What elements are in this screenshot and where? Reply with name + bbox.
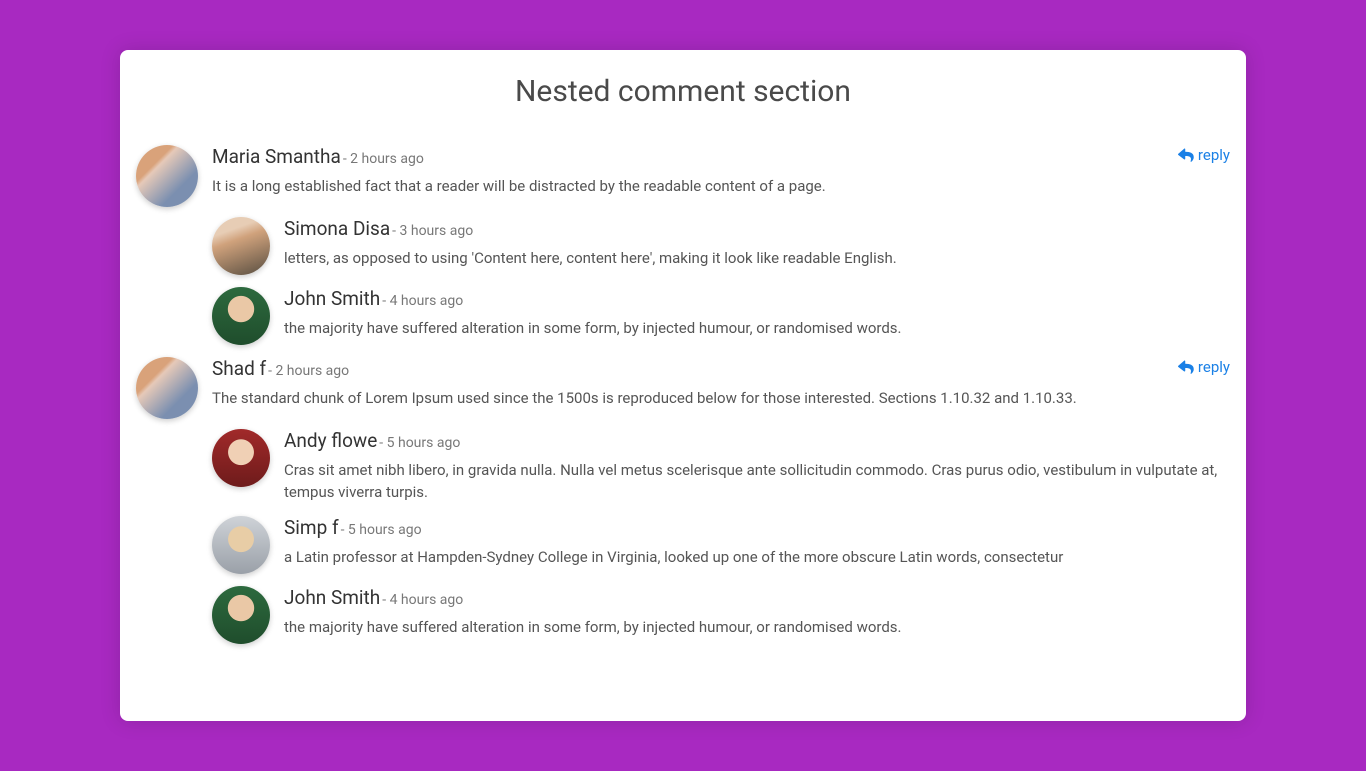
nested-comment: Simona Disa3 hours ago letters, as oppose… <box>212 217 1230 275</box>
commenter-name: Maria Smantha <box>212 145 341 168</box>
comment-header: John Smith4 hours ago <box>284 287 1230 310</box>
commenter-name: Simp f <box>284 516 339 539</box>
comment-text: letters, as opposed to using 'Content he… <box>284 248 1230 270</box>
comment-timestamp: 2 hours ago <box>343 151 424 167</box>
nested-comment: John Smith4 hours ago the majority have s… <box>212 586 1230 644</box>
comment-thread: Maria Smantha2 hours agoreplyIt is a lon… <box>136 145 1230 644</box>
avatar <box>212 516 270 574</box>
comment-body: Maria Smantha2 hours ago reply It is a lon… <box>212 145 1230 207</box>
avatar <box>136 145 198 207</box>
comment-text: a Latin professor at Hampden-Sydney Coll… <box>284 547 1230 569</box>
comment-header: John Smith4 hours ago <box>284 586 1230 609</box>
comment-timestamp: 5 hours ago <box>379 435 460 451</box>
comment-header: Shad f2 hours ago reply <box>212 357 1230 380</box>
comment-text: the majority have suffered alteration in… <box>284 617 1230 639</box>
comment-timestamp: 5 hours ago <box>341 522 422 538</box>
top-comment: Maria Smantha2 hours ago reply It is a lon… <box>136 145 1230 207</box>
comment-header: Andy flowe5 hours ago <box>284 429 1230 452</box>
avatar <box>212 586 270 644</box>
comment-body: Andy flowe5 hours ago Cras sit amet nibh … <box>284 429 1230 504</box>
comment-timestamp: 2 hours ago <box>268 363 349 379</box>
comment-header: Simona Disa3 hours ago <box>284 217 1230 240</box>
comment-body: Simp f5 hours ago a Latin professor at Ha… <box>284 516 1230 574</box>
comment-body: John Smith4 hours ago the majority have s… <box>284 287 1230 345</box>
avatar <box>212 287 270 345</box>
comment-text: The standard chunk of Lorem Ipsum used s… <box>212 388 1230 410</box>
nested-replies: Andy flowe5 hours agoCras sit amet nibh … <box>212 429 1230 644</box>
comment-body: John Smith4 hours ago the majority have s… <box>284 586 1230 644</box>
comment-timestamp: 4 hours ago <box>382 592 463 608</box>
comment-header: Maria Smantha2 hours ago reply <box>212 145 1230 168</box>
nested-replies: Simona Disa3 hours ago letters, as oppose… <box>212 217 1230 345</box>
commenter-name: John Smith <box>284 287 380 310</box>
reply-label: reply <box>1198 358 1230 376</box>
reply-button[interactable]: reply <box>1178 146 1230 164</box>
avatar <box>212 429 270 487</box>
comment-body: Simona Disa3 hours ago letters, as oppose… <box>284 217 1230 275</box>
nested-comment: John Smith4 hours ago the majority have s… <box>212 287 1230 345</box>
reply-arrow-icon <box>1178 147 1194 163</box>
nested-comment: Simp f5 hours ago a Latin professor at Ha… <box>212 516 1230 574</box>
avatar <box>212 217 270 275</box>
page-title: Nested comment section <box>136 74 1230 109</box>
reply-label: reply <box>1198 146 1230 164</box>
comment-timestamp: 3 hours ago <box>392 223 473 239</box>
reply-button[interactable]: reply <box>1178 358 1230 376</box>
comment-text: the majority have suffered alteration in… <box>284 318 1230 340</box>
comment-header: Simp f5 hours ago <box>284 516 1230 539</box>
commenter-name: Andy flowe <box>284 429 377 452</box>
comment-timestamp: 4 hours ago <box>382 293 463 309</box>
comment-text: It is a long established fact that a rea… <box>212 176 1230 198</box>
commenter-name: Simona Disa <box>284 217 390 240</box>
comment-text: Cras sit amet nibh libero, in gravida nu… <box>284 460 1230 504</box>
nested-comment: Andy flowe5 hours ago Cras sit amet nibh … <box>212 429 1230 504</box>
comment-body: Shad f2 hours ago reply The standard chunk… <box>212 357 1230 419</box>
reply-arrow-icon <box>1178 359 1194 375</box>
avatar <box>136 357 198 419</box>
commenter-name: Shad f <box>212 357 266 380</box>
commenter-name: John Smith <box>284 586 380 609</box>
comment-card: Nested comment section Maria Smantha2 ho… <box>120 50 1246 721</box>
top-comment: Shad f2 hours ago reply The standard chunk… <box>136 357 1230 419</box>
